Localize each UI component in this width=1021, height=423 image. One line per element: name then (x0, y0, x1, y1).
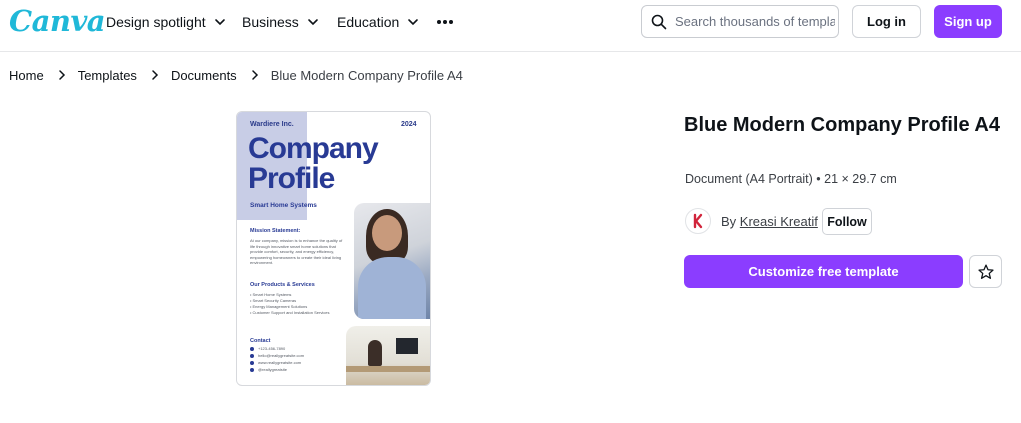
preview-company-name: Wardiere Inc. (250, 121, 294, 128)
signup-button[interactable]: Sign up (934, 5, 1002, 38)
preview-product-item: • Customer Support and Installation Serv… (250, 310, 330, 315)
preview-title: Company Profile (248, 132, 379, 195)
top-header: Canva Design spotlight Business Educatio… (0, 0, 1021, 52)
search-box (641, 5, 839, 38)
author-avatar[interactable] (685, 208, 711, 234)
nav-label: Education (337, 14, 400, 30)
preview-product-item: • Energy Management Solutions (250, 304, 308, 309)
breadcrumb-current: Blue Modern Company Profile A4 (270, 67, 463, 83)
breadcrumb: Home Templates Documents Blue Modern Com… (9, 66, 463, 84)
preview-product-item: • Smart Home Systems (250, 292, 292, 297)
breadcrumb-home[interactable]: Home (9, 68, 44, 83)
by-prefix: By (721, 214, 737, 229)
chevron-down-icon (408, 19, 419, 26)
author-link[interactable]: Kreasi Kreatif (740, 214, 818, 229)
preview-year: 2024 (401, 121, 417, 128)
more-dots-icon (437, 20, 453, 24)
breadcrumb-templates[interactable]: Templates (78, 68, 137, 83)
preview-contact-heading: Contact (250, 338, 271, 344)
template-title: Blue Modern Company Profile A4 (684, 114, 1000, 136)
login-button[interactable]: Log in (852, 5, 921, 38)
author-logo-icon (693, 213, 703, 229)
preview-products-heading: Our Products & Services (250, 282, 315, 288)
nav-education[interactable]: Education (337, 12, 419, 32)
preview-subtitle: Smart Home Systems (250, 202, 317, 209)
template-preview[interactable]: Wardiere Inc. 2024 Company Profile Smart… (236, 111, 431, 386)
more-menu-button[interactable] (436, 12, 454, 32)
preview-product-item: • Smart Security Cameras (250, 298, 297, 303)
follow-button[interactable]: Follow (822, 208, 872, 235)
search-input[interactable] (675, 14, 835, 29)
preview-mission-text: At our company, mission is to enhance th… (250, 238, 343, 266)
preview-woman-photo (354, 203, 430, 319)
canva-logo[interactable]: Canva (9, 4, 106, 38)
template-meta: Document (A4 Portrait) • 21 × 29.7 cm (685, 172, 897, 186)
star-icon (977, 263, 994, 279)
nav-label: Design spotlight (106, 14, 206, 30)
preview-office-photo (346, 326, 430, 385)
chevron-down-icon (308, 19, 318, 26)
nav-design-spotlight[interactable]: Design spotlight (106, 12, 226, 32)
favorite-button[interactable] (969, 255, 1002, 288)
preview-mission-heading: Mission Statement: (250, 228, 301, 234)
preview-title-line1: Company (248, 132, 379, 165)
breadcrumb-documents[interactable]: Documents (171, 68, 237, 83)
nav-label: Business (242, 14, 299, 30)
search-icon (651, 14, 667, 29)
nav-business[interactable]: Business (242, 12, 319, 32)
preview-contact-item: @reallygreatsite (250, 366, 287, 373)
author-byline: By Kreasi Kreatif (721, 214, 818, 229)
chevron-right-icon (251, 70, 258, 80)
chevron-right-icon (58, 70, 65, 80)
chevron-down-icon (214, 19, 225, 26)
customize-template-button[interactable]: Customize free template (684, 255, 963, 288)
preview-title-line2: Profile (248, 162, 335, 195)
chevron-right-icon (152, 70, 158, 80)
